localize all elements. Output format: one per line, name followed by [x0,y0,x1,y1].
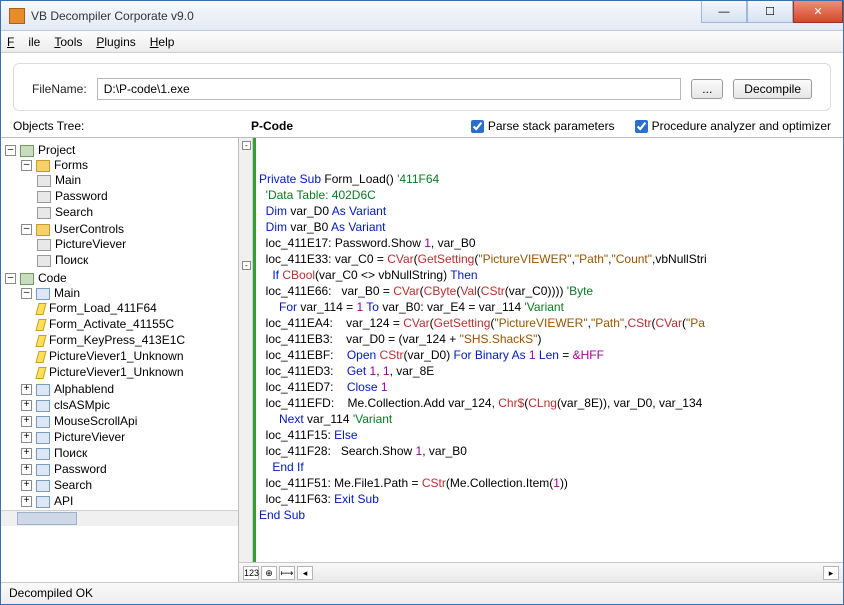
fold-icon[interactable]: - [242,261,251,270]
form-icon [37,239,51,251]
bolt-icon [35,303,46,315]
objects-tree-label: Objects Tree: [13,119,251,133]
form-icon [37,207,51,219]
tree-mod-search[interactable]: +Search [21,477,238,493]
bolt-icon [35,319,46,331]
file-row: FileName: ... Decompile [13,63,831,111]
tree-mod-pictureviever[interactable]: +PictureViever [21,429,238,445]
module-icon [36,464,50,476]
filename-input[interactable] [97,78,682,100]
content: –Project –Forms Main Password Search –Us… [1,137,843,582]
menu-file[interactable]: File [7,35,40,49]
folder-icon [36,160,50,172]
app-window: VB Decompiler Corporate v9.0 — ☐ ✕ File … [0,0,844,605]
module-icon [36,448,50,460]
tree-project[interactable]: –Project –Forms Main Password Search –Us… [5,142,238,270]
fold-icon[interactable]: - [242,141,251,150]
tree-mod-api[interactable]: +API [21,493,238,509]
code-panel: - - Private Sub Form_Load() '411F64 'Dat… [239,138,843,582]
folder-icon [36,224,50,236]
code-gutter: - - [239,138,253,562]
codebar-btn[interactable]: ◂ [297,566,313,580]
filename-label: FileName: [32,82,87,96]
tree-mod-mousescroll[interactable]: +MouseScrollApi [21,413,238,429]
codebar-btn[interactable]: 123 [243,566,259,580]
proc-checkbox-input[interactable] [635,120,648,133]
menu-tools[interactable]: Tools [54,35,82,49]
tree-form-search[interactable]: Search [37,204,238,220]
tree-proc[interactable]: PictureViever1_Unknown [37,364,238,380]
tree-main[interactable]: –Main Form_Load_411F64 Form_Activate_411… [21,285,238,381]
module-icon [36,480,50,492]
tree-proc[interactable]: Form_Activate_41155C [37,316,238,332]
codebar-btn[interactable]: ⟼ [279,566,295,580]
code-toolbar: 123 ⊕ ⟼ ◂ ▸ [239,562,843,582]
tree-proc[interactable]: Form_Load_411F64 [37,300,238,316]
project-icon [20,145,34,157]
tree-hscroll[interactable] [1,510,238,526]
window-buttons: — ☐ ✕ [701,1,843,30]
tree-form-password[interactable]: Password [37,188,238,204]
app-icon [9,8,25,24]
module-icon [36,288,50,300]
tree-proc[interactable]: Form_KeyPress_413E1C [37,332,238,348]
menubar: File Tools Plugins Help [1,31,843,53]
window-title: VB Decompiler Corporate v9.0 [31,9,701,23]
tree-mod-poisk[interactable]: +Поиск [21,445,238,461]
form-icon [37,255,51,267]
objects-tree[interactable]: –Project –Forms Main Password Search –Us… [1,138,239,582]
pcode-label: P-Code [251,119,411,133]
tree-proc[interactable]: PictureViever1_Unknown [37,348,238,364]
labels-row: Objects Tree: P-Code Parse stack paramet… [1,117,843,137]
bolt-icon [35,335,46,347]
parse-checkbox[interactable]: Parse stack parameters [471,119,615,133]
tree-mod-alphablend[interactable]: +Alphablend [21,381,238,397]
module-icon [36,416,50,428]
status-bar: Decompiled OK [1,582,843,604]
module-icon [36,496,50,508]
codebar-btn[interactable]: ▸ [823,566,839,580]
module-icon [36,384,50,396]
codebar-btn[interactable]: ⊕ [261,566,277,580]
tree-mod-clsasmpic[interactable]: +clsASMpic [21,397,238,413]
module-icon [36,400,50,412]
bolt-icon [35,367,46,379]
minimize-button[interactable]: — [701,1,747,23]
menu-plugins[interactable]: Plugins [96,35,135,49]
tree-usercontrols[interactable]: –UserControls PictureViever Поиск [21,221,238,269]
code-view[interactable]: - - Private Sub Form_Load() '411F64 'Dat… [239,138,843,562]
tree-mod-password[interactable]: +Password [21,461,238,477]
form-icon [37,191,51,203]
form-icon [37,175,51,187]
maximize-button[interactable]: ☐ [747,1,793,23]
decompile-button[interactable]: Decompile [733,79,812,99]
code-icon [20,273,34,285]
tree-uc-pictureviever[interactable]: PictureViever [37,236,238,252]
titlebar: VB Decompiler Corporate v9.0 — ☐ ✕ [1,1,843,31]
bolt-icon [35,351,46,363]
close-button[interactable]: ✕ [793,1,843,23]
proc-checkbox[interactable]: Procedure analyzer and optimizer [635,119,831,133]
module-icon [36,432,50,444]
tree-forms[interactable]: –Forms Main Password Search [21,157,238,221]
tree-form-main[interactable]: Main [37,172,238,188]
tree-code[interactable]: –Code –Main Form_Load_411F64 Form_Activa… [5,270,238,510]
menu-help[interactable]: Help [150,35,175,49]
browse-button[interactable]: ... [691,79,723,99]
tree-uc-poisk[interactable]: Поиск [37,252,238,268]
parse-checkbox-input[interactable] [471,120,484,133]
